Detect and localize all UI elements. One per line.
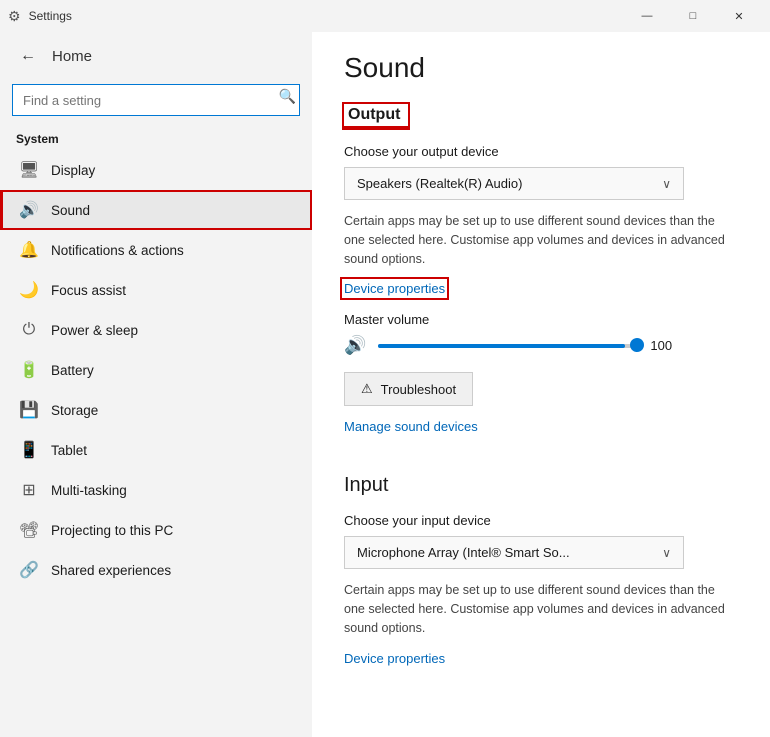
settings-icon: ⚙ <box>8 8 21 25</box>
chevron-down-icon: ∨ <box>662 177 671 191</box>
sidebar-item-display[interactable]: 🖥 Display <box>0 150 312 190</box>
sidebar-item-label: Storage <box>51 403 98 418</box>
device-properties-link[interactable]: Device properties <box>344 281 445 296</box>
sidebar-item-label: Multi-tasking <box>51 483 127 498</box>
output-section-header: Output <box>344 104 408 128</box>
warning-icon: ⚠ <box>361 381 373 397</box>
notifications-icon: 🔔 <box>19 240 39 260</box>
tablet-icon: 📱 <box>19 440 39 460</box>
output-info-text: Certain apps may be set up to use differ… <box>344 212 738 268</box>
home-label: Home <box>52 48 92 65</box>
output-device-value: Speakers (Realtek(R) Audio) <box>357 176 522 191</box>
troubleshoot-button[interactable]: ⚠ Troubleshoot <box>344 372 473 406</box>
sidebar-item-storage[interactable]: 💾 Storage <box>0 390 312 430</box>
minimize-button[interactable]: — <box>624 0 670 32</box>
battery-icon: 🔋 <box>19 360 39 380</box>
sidebar: ← Home 🔍 System 🖥 Display 🔊 Sound 🔔 Noti… <box>0 32 312 737</box>
titlebar: ⚙ Settings — □ ✕ <box>0 0 770 32</box>
sidebar-item-battery[interactable]: 🔋 Battery <box>0 350 312 390</box>
multitasking-icon: ⊞ <box>19 480 39 500</box>
power-icon: ⏻ <box>19 320 39 340</box>
focus-icon: 🌙 <box>19 280 39 300</box>
sidebar-item-label: Battery <box>51 363 94 378</box>
sidebar-item-shared[interactable]: 🔗 Shared experiences <box>0 550 312 590</box>
output-device-label: Choose your output device <box>344 144 738 159</box>
sidebar-item-label: Power & sleep <box>51 323 138 338</box>
input-section: Input Choose your input device Microphon… <box>344 474 738 681</box>
volume-fill <box>378 344 625 348</box>
storage-icon: 💾 <box>19 400 39 420</box>
output-device-dropdown[interactable]: Speakers (Realtek(R) Audio) ∨ <box>344 167 684 200</box>
back-button[interactable]: ← <box>12 40 44 72</box>
input-device-properties-link[interactable]: Device properties <box>344 651 445 666</box>
search-box: 🔍 <box>12 84 300 116</box>
projecting-icon: 📽 <box>19 520 39 540</box>
app-container: ← Home 🔍 System 🖥 Display 🔊 Sound 🔔 Noti… <box>0 32 770 737</box>
manage-sound-devices-link[interactable]: Manage sound devices <box>344 419 478 434</box>
sidebar-item-label: Notifications & actions <box>51 243 184 258</box>
sidebar-item-notifications[interactable]: 🔔 Notifications & actions <box>0 230 312 270</box>
sidebar-item-label: Projecting to this PC <box>51 523 173 538</box>
titlebar-title: Settings <box>29 9 624 23</box>
sidebar-item-projecting[interactable]: 📽 Projecting to this PC <box>0 510 312 550</box>
main-content: Sound Output Choose your output device S… <box>312 32 770 737</box>
sidebar-item-label: Focus assist <box>51 283 126 298</box>
input-section-header: Input <box>344 474 738 497</box>
volume-slider[interactable] <box>378 344 638 348</box>
sidebar-item-label: Sound <box>51 203 90 218</box>
display-icon: 🖥 <box>19 160 39 180</box>
sound-icon: 🔊 <box>19 200 39 220</box>
input-info-text: Certain apps may be set up to use differ… <box>344 581 738 637</box>
input-device-value: Microphone Array (Intel® Smart So... <box>357 545 570 560</box>
window-controls: — □ ✕ <box>624 0 762 32</box>
volume-thumb <box>630 338 644 352</box>
sidebar-item-label: Shared experiences <box>51 563 171 578</box>
sidebar-item-tablet[interactable]: 📱 Tablet <box>0 430 312 470</box>
sidebar-section-label: System <box>0 124 312 150</box>
sidebar-item-sound[interactable]: 🔊 Sound <box>0 190 312 230</box>
input-device-dropdown[interactable]: Microphone Array (Intel® Smart So... ∨ <box>344 536 684 569</box>
close-button[interactable]: ✕ <box>716 0 762 32</box>
volume-row: 🔊 100 <box>344 335 738 356</box>
page-title: Sound <box>344 52 738 84</box>
sidebar-item-label: Display <box>51 163 95 178</box>
volume-label: Master volume <box>344 312 738 327</box>
sidebar-nav-top: ← Home <box>0 32 312 80</box>
input-device-label: Choose your input device <box>344 513 738 528</box>
volume-value: 100 <box>650 338 680 353</box>
maximize-button[interactable]: □ <box>670 0 716 32</box>
search-button[interactable]: 🔍 <box>279 88 296 105</box>
sidebar-item-power[interactable]: ⏻ Power & sleep <box>0 310 312 350</box>
chevron-down-icon: ∨ <box>662 546 671 560</box>
output-section: Output Choose your output device Speaker… <box>344 104 738 450</box>
sidebar-item-multitasking[interactable]: ⊞ Multi-tasking <box>0 470 312 510</box>
volume-speaker-icon: 🔊 <box>344 335 366 356</box>
sidebar-item-label: Tablet <box>51 443 87 458</box>
sidebar-item-focus[interactable]: 🌙 Focus assist <box>0 270 312 310</box>
shared-icon: 🔗 <box>19 560 39 580</box>
volume-section: Master volume 🔊 100 <box>344 312 738 356</box>
search-input[interactable] <box>12 84 300 116</box>
